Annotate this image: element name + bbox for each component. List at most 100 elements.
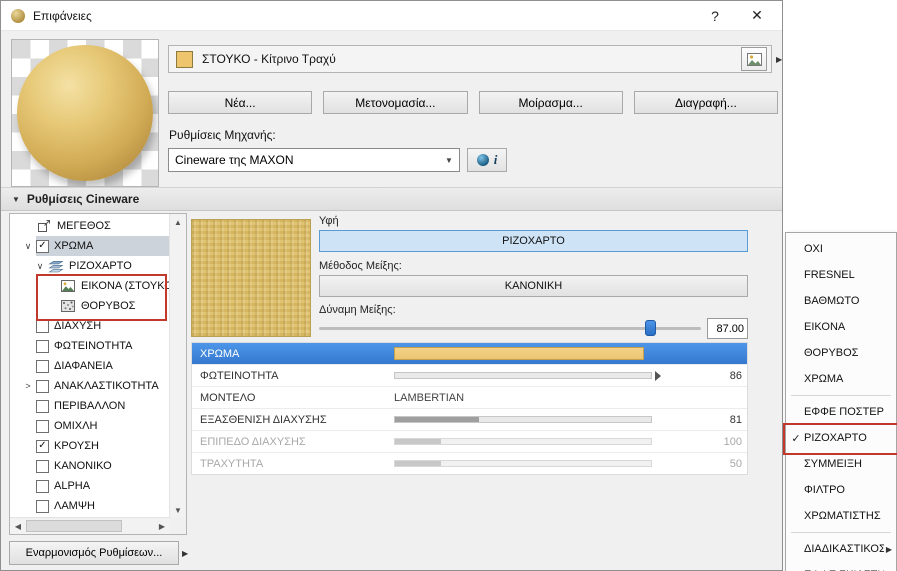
tree-item-size[interactable]: ΜΕΓΕΘΟΣ (10, 216, 170, 236)
checkbox-unchecked[interactable] (36, 340, 49, 353)
expand-icon[interactable]: > (20, 381, 36, 391)
checkbox-unchecked[interactable] (36, 460, 49, 473)
menu-item-none[interactable]: ΟΧΙ (786, 236, 896, 262)
param-row-model[interactable]: ΜΟΝΤΕΛΟLAMBERTIAN (192, 387, 747, 409)
checkbox-checked[interactable]: ✓ (36, 440, 49, 453)
material-preview[interactable] (11, 39, 159, 187)
material-flyout-arrow-icon[interactable]: ▶ (776, 55, 782, 64)
menu-item-color[interactable]: ΧΡΩΜΑ (786, 366, 896, 392)
checkbox-checked[interactable]: ✓ (36, 240, 49, 253)
surfaces-dialog: Επιφάνειες ? ✕ ΣΤΟΥΚΟ - Κίτρινο Τραχύ ▶ … (0, 0, 783, 571)
slider-fill (395, 439, 441, 444)
menu-item-layer[interactable]: ✓ΡΙΖΟΧΑΡΤΟ (786, 425, 896, 451)
collapse-icon[interactable]: ∨ (32, 261, 48, 272)
engine-select[interactable]: Cineware της MAXON ▼ (168, 148, 460, 172)
blend-method-button[interactable]: ΚΑΝΟΝΙΚΗ (319, 275, 748, 297)
tree-item-body: ΘΟΡΥΒΟΣ (60, 296, 170, 316)
scroll-up-icon[interactable]: ▲ (170, 214, 186, 230)
param-label: ΤΡΑΧΥΤΗΤΑ (192, 458, 394, 470)
param-row-diffusion-falloff[interactable]: ΕΞΑΣΘΕΝΙΣΗ ΔΙΑΧΥΣΗΣ81 (192, 409, 747, 431)
tree-item-alpha[interactable]: ALPHA (10, 476, 170, 496)
slider-track[interactable] (394, 438, 652, 445)
tree-item-fog[interactable]: ΟΜΙΧΛΗ (10, 416, 170, 436)
tree-item-normal[interactable]: ΚΑΝΟΝΙΚΟ (10, 456, 170, 476)
engine-info-button[interactable]: i (467, 148, 507, 172)
tree-item-glow[interactable]: ΛΑΜΨΗ (10, 496, 170, 516)
menu-item-shader-effect[interactable]: ΕΦΦΕ ΣΚΙΑΣΤΗ▶ (786, 562, 896, 571)
checkbox-unchecked[interactable] (36, 400, 49, 413)
scroll-left-icon[interactable]: ◀ (10, 518, 26, 534)
new-button[interactable]: Νέα... (168, 91, 312, 114)
slider-handle-icon[interactable] (655, 371, 661, 381)
tree-item-environment[interactable]: ΠΕΡΙΒΑΛΛΟΝ (10, 396, 170, 416)
tree-item-body: ΑΝΑΚΛΑΣΤΙΚΟΤΗΤΑ (36, 376, 170, 396)
share-button[interactable]: Μοίρασμα... (479, 91, 623, 114)
collapse-icon[interactable]: ∨ (20, 241, 36, 252)
texture-options-button[interactable] (741, 47, 767, 71)
menu-item-gradient[interactable]: ΒΑΘΜΩΤΟ (786, 288, 896, 314)
param-row-color[interactable]: ΧΡΩΜΑ (192, 343, 747, 365)
menu-item-label: ΕΙΚΟΝΑ (804, 321, 892, 333)
rename-button[interactable]: Μετονομασία... (323, 91, 467, 114)
checkbox-unchecked[interactable] (36, 420, 49, 433)
param-number: 86 (730, 370, 742, 382)
menu-item-blend[interactable]: ΣΥΜΜΕΙΞΗ (786, 451, 896, 477)
menu-item-poster-effect[interactable]: ΕΦΦΕ ΠΟΣΤΕΡ (786, 399, 896, 425)
slider-track[interactable] (394, 460, 652, 467)
menu-item-noise[interactable]: ΘΟΡΥΒΟΣ (786, 340, 896, 366)
checkbox-unchecked[interactable] (36, 380, 49, 393)
checkbox-unchecked[interactable] (36, 480, 49, 493)
chevron-down-icon[interactable]: ▼ (439, 156, 459, 165)
cineware-section-header[interactable]: ▼ Ρυθμίσεις Cineware (1, 187, 782, 211)
slider-track[interactable] (394, 416, 652, 423)
color-preview-bar[interactable] (394, 347, 644, 360)
texture-shader-button[interactable]: ΡΙΖΟΧΑΡΤΟ (319, 230, 748, 252)
tree-item-reflectance[interactable]: >ΑΝΑΚΛΑΣΤΙΚΟΤΗΤΑ (10, 376, 170, 396)
tree-item-label: ΟΜΙΧΛΗ (54, 420, 97, 432)
menu-item-colorizer[interactable]: ΧΡΩΜΑΤΙΣΤΗΣ (786, 503, 896, 529)
blend-strength-track[interactable] (319, 327, 701, 330)
help-button[interactable]: ? (700, 5, 730, 27)
close-button[interactable]: ✕ (742, 5, 772, 27)
tree-item-label: ΦΩΤΕΙΝΟΤΗΤΑ (54, 340, 133, 352)
checkbox-unchecked[interactable] (36, 500, 49, 513)
tree-item-layer[interactable]: ∨ΡΙΖΟΧΑΡΤΟ (10, 256, 170, 276)
menu-item-image[interactable]: ΕΙΚΟΝΑ (786, 314, 896, 340)
tree-item-image-stucco[interactable]: ΕΙΚΟΝΑ (ΣΤΟΥΚΟ (10, 276, 170, 296)
material-name-field[interactable]: ΣΤΟΥΚΟ - Κίτρινο Τραχύ (168, 45, 772, 73)
tree-item-diffusion[interactable]: ΔΙΑΧΥΣΗ (10, 316, 170, 336)
scroll-right-icon[interactable]: ▶ (154, 518, 170, 534)
tree-vertical-scrollbar[interactable]: ▲ ▼ (169, 214, 186, 518)
param-label: ΕΞΑΣΘΕΝΙΣΗ ΔΙΑΧΥΣΗΣ (192, 414, 394, 426)
tree-item-color[interactable]: ∨✓ΧΡΩΜΑ (10, 236, 170, 256)
blend-strength-thumb[interactable] (645, 320, 656, 336)
scroll-down-icon[interactable]: ▼ (170, 502, 186, 518)
tree-item-transparency[interactable]: ΔΙΑΦΑΝΕΙΑ (10, 356, 170, 376)
tree-horizontal-scroll-thumb[interactable] (26, 520, 122, 532)
section-collapse-icon[interactable]: ▼ (12, 195, 20, 204)
menu-item-fresnel[interactable]: FRESNEL (786, 262, 896, 288)
menu-item-label: ΧΡΩΜΑΤΙΣΤΗΣ (804, 510, 892, 522)
param-row-brightness[interactable]: ΦΩΤΕΙΝΟΤΗΤΑ86 (192, 365, 747, 387)
tree-item-body: ΦΩΤΕΙΝΟΤΗΤΑ (36, 336, 170, 356)
menu-item-filter[interactable]: ΦΙΛΤΡΟ (786, 477, 896, 503)
blend-strength-slider[interactable] (319, 319, 701, 337)
menu-item-label: ΡΙΖΟΧΑΡΤΟ (804, 432, 892, 444)
checkbox-unchecked[interactable] (36, 360, 49, 373)
param-row-diffusion-level[interactable]: ΕΠΙΠΕΔΟ ΔΙΑΧΥΣΗΣ100 (192, 431, 747, 453)
info-icon: i (494, 152, 498, 168)
checkbox-unchecked[interactable] (36, 320, 49, 333)
material-preview-sphere (17, 45, 153, 181)
delete-button[interactable]: Διαγραφή... (634, 91, 778, 114)
harmonize-flyout-arrow-icon[interactable]: ▶ (182, 549, 188, 558)
param-row-roughness[interactable]: ΤΡΑΧΥΤΗΤΑ50 (192, 453, 747, 474)
harmonize-settings-button[interactable]: Εναρμονισμός Ρυθμίσεων... (9, 541, 179, 565)
tree-item-noise[interactable]: ΘΟΡΥΒΟΣ (10, 296, 170, 316)
menu-item-procedural[interactable]: ΔΙΑΔΙΚΑΣΤΙΚΟΣ▶ (786, 536, 896, 562)
tree-item-bump[interactable]: ✓ΚΡΟΥΣΗ (10, 436, 170, 456)
tree-item-luminance[interactable]: ΦΩΤΕΙΝΟΤΗΤΑ (10, 336, 170, 356)
slider-track[interactable] (394, 372, 652, 379)
tree-item-label: ΔΙΑΧΥΣΗ (54, 320, 101, 332)
texture-thumbnail[interactable] (191, 219, 311, 337)
blend-strength-value-field[interactable]: 87.00 (707, 318, 748, 339)
